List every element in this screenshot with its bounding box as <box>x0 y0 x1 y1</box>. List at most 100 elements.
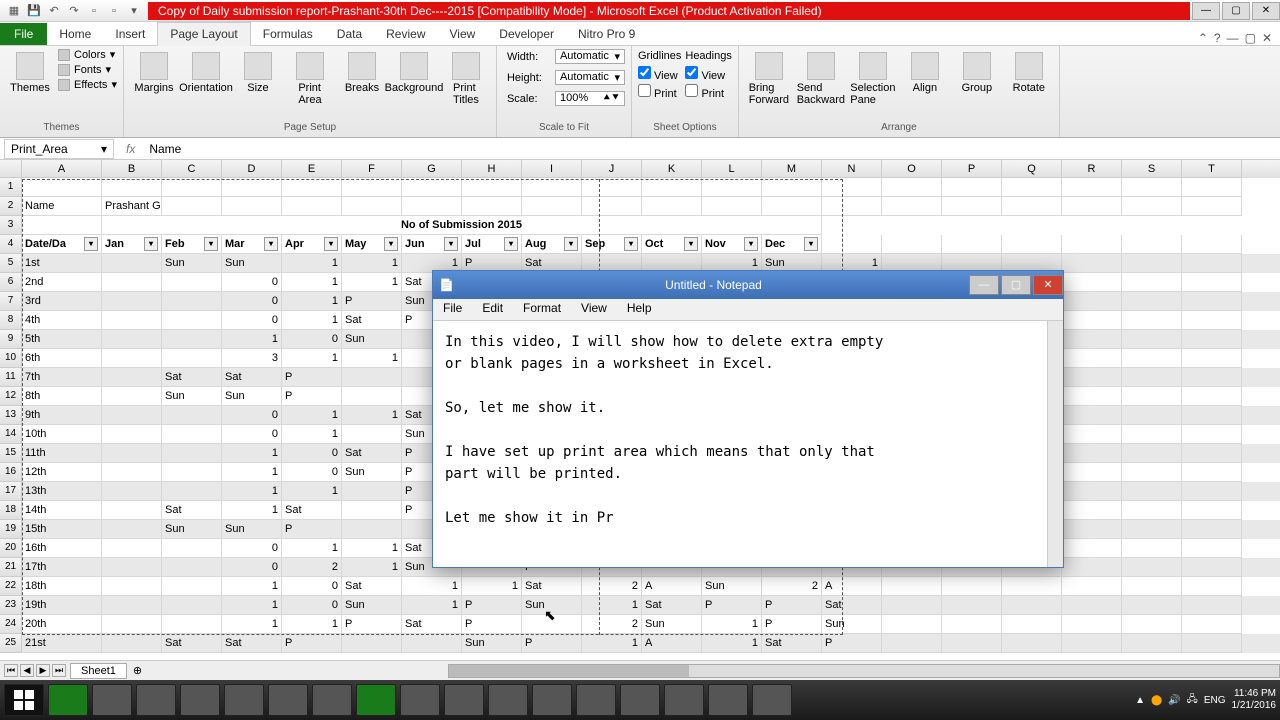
cell[interactable]: 1 <box>222 330 282 349</box>
row-header[interactable]: 22 <box>0 577 22 596</box>
cell[interactable] <box>1122 178 1182 197</box>
sheet-tab[interactable]: Sheet1 <box>70 663 127 679</box>
cell[interactable] <box>1182 178 1242 197</box>
cell[interactable]: Sat <box>342 311 402 330</box>
cell[interactable] <box>102 330 162 349</box>
filter-header[interactable]: May▾ <box>342 235 402 254</box>
cell[interactable] <box>702 178 762 197</box>
cell[interactable]: P <box>762 596 822 615</box>
close-button[interactable]: ✕ <box>1252 2 1280 20</box>
cell[interactable] <box>102 482 162 501</box>
cell[interactable]: 1 <box>222 482 282 501</box>
row-header[interactable]: 1 <box>0 178 22 197</box>
cell[interactable]: 15th <box>22 520 102 539</box>
cell[interactable] <box>102 254 162 273</box>
margins-button[interactable]: Margins <box>130 48 178 98</box>
tab-formulas[interactable]: Formulas <box>251 23 325 45</box>
cell[interactable] <box>1062 444 1122 463</box>
cell[interactable] <box>1122 425 1182 444</box>
cell[interactable] <box>1062 292 1122 311</box>
cell[interactable]: 1 <box>282 311 342 330</box>
cell[interactable] <box>1062 539 1122 558</box>
cell[interactable] <box>102 520 162 539</box>
size-button[interactable]: Size <box>234 48 282 98</box>
cell[interactable] <box>1122 444 1182 463</box>
cell[interactable] <box>102 558 162 577</box>
cell[interactable]: 0 <box>282 596 342 615</box>
cell[interactable] <box>102 406 162 425</box>
cell[interactable] <box>702 197 762 216</box>
cell[interactable] <box>1062 634 1122 653</box>
cell[interactable]: Name <box>22 197 102 216</box>
cell[interactable]: No of Submission 2015 <box>102 216 822 235</box>
column-header[interactable]: R <box>1062 160 1122 178</box>
cell[interactable]: 1 <box>222 501 282 520</box>
column-header[interactable]: J <box>582 160 642 178</box>
cell[interactable]: 4th <box>22 311 102 330</box>
cell[interactable] <box>102 292 162 311</box>
cell[interactable]: 20th <box>22 615 102 634</box>
cell[interactable] <box>882 577 942 596</box>
notepad-close-button[interactable]: ✕ <box>1033 275 1063 295</box>
cell[interactable] <box>342 425 402 444</box>
cell[interactable] <box>1182 520 1242 539</box>
column-header[interactable]: N <box>822 160 882 178</box>
filter-header[interactable]: Jun▾ <box>402 235 462 254</box>
file-tab[interactable]: File <box>0 23 47 45</box>
sheet-nav-prev[interactable]: ◀ <box>20 664 34 677</box>
height-select[interactable]: Automatic▾ <box>555 70 625 85</box>
cell[interactable]: 1 <box>282 482 342 501</box>
win-close-icon[interactable]: ✕ <box>1262 31 1272 45</box>
cell[interactable]: Sun <box>222 520 282 539</box>
cell[interactable] <box>1062 273 1122 292</box>
sendback-button[interactable]: Send Backward <box>797 48 845 110</box>
row-header[interactable]: 19 <box>0 520 22 539</box>
cell[interactable]: 1 <box>582 596 642 615</box>
cell[interactable]: 7th <box>22 368 102 387</box>
cell[interactable] <box>1002 634 1062 653</box>
cell[interactable]: 1 <box>702 634 762 653</box>
cell[interactable] <box>1182 406 1242 425</box>
cell[interactable] <box>162 615 222 634</box>
cell[interactable]: Sat <box>522 577 582 596</box>
cell[interactable] <box>162 292 222 311</box>
filter-header[interactable]: Feb▾ <box>162 235 222 254</box>
cell[interactable]: Sun <box>162 520 222 539</box>
cell[interactable] <box>1122 235 1182 254</box>
row-header[interactable]: 15 <box>0 444 22 463</box>
cell[interactable] <box>1002 235 1062 254</box>
cell[interactable] <box>1062 197 1122 216</box>
cell[interactable] <box>822 197 882 216</box>
cell[interactable]: A <box>642 577 702 596</box>
cell[interactable] <box>642 178 702 197</box>
tab-home[interactable]: Home <box>47 23 103 45</box>
cell[interactable]: 1 <box>282 615 342 634</box>
column-header[interactable]: F <box>342 160 402 178</box>
cell[interactable] <box>1182 558 1242 577</box>
tray-icon[interactable]: ▲ <box>1135 695 1145 706</box>
cell[interactable]: 2 <box>582 615 642 634</box>
cell[interactable]: 1 <box>282 349 342 368</box>
column-header[interactable]: K <box>642 160 702 178</box>
filter-header[interactable]: Dec▾ <box>762 235 822 254</box>
cell[interactable] <box>102 387 162 406</box>
new-sheet-icon[interactable]: ⊕ <box>127 664 148 677</box>
cell[interactable]: 9th <box>22 406 102 425</box>
cell[interactable]: P <box>282 387 342 406</box>
cell[interactable] <box>1182 463 1242 482</box>
cell[interactable] <box>22 216 102 235</box>
cell[interactable] <box>342 197 402 216</box>
cell[interactable] <box>1122 273 1182 292</box>
cell[interactable]: 1 <box>402 596 462 615</box>
cell[interactable]: P <box>282 368 342 387</box>
cell[interactable]: 0 <box>222 292 282 311</box>
cell[interactable] <box>282 197 342 216</box>
breaks-button[interactable]: Breaks <box>338 48 386 98</box>
cell[interactable] <box>102 501 162 520</box>
column-header[interactable]: T <box>1182 160 1242 178</box>
taskbar-app-icon[interactable] <box>444 684 484 716</box>
cell[interactable] <box>582 178 642 197</box>
cell[interactable]: 1 <box>282 273 342 292</box>
cell[interactable] <box>1122 349 1182 368</box>
row-header[interactable]: 7 <box>0 292 22 311</box>
